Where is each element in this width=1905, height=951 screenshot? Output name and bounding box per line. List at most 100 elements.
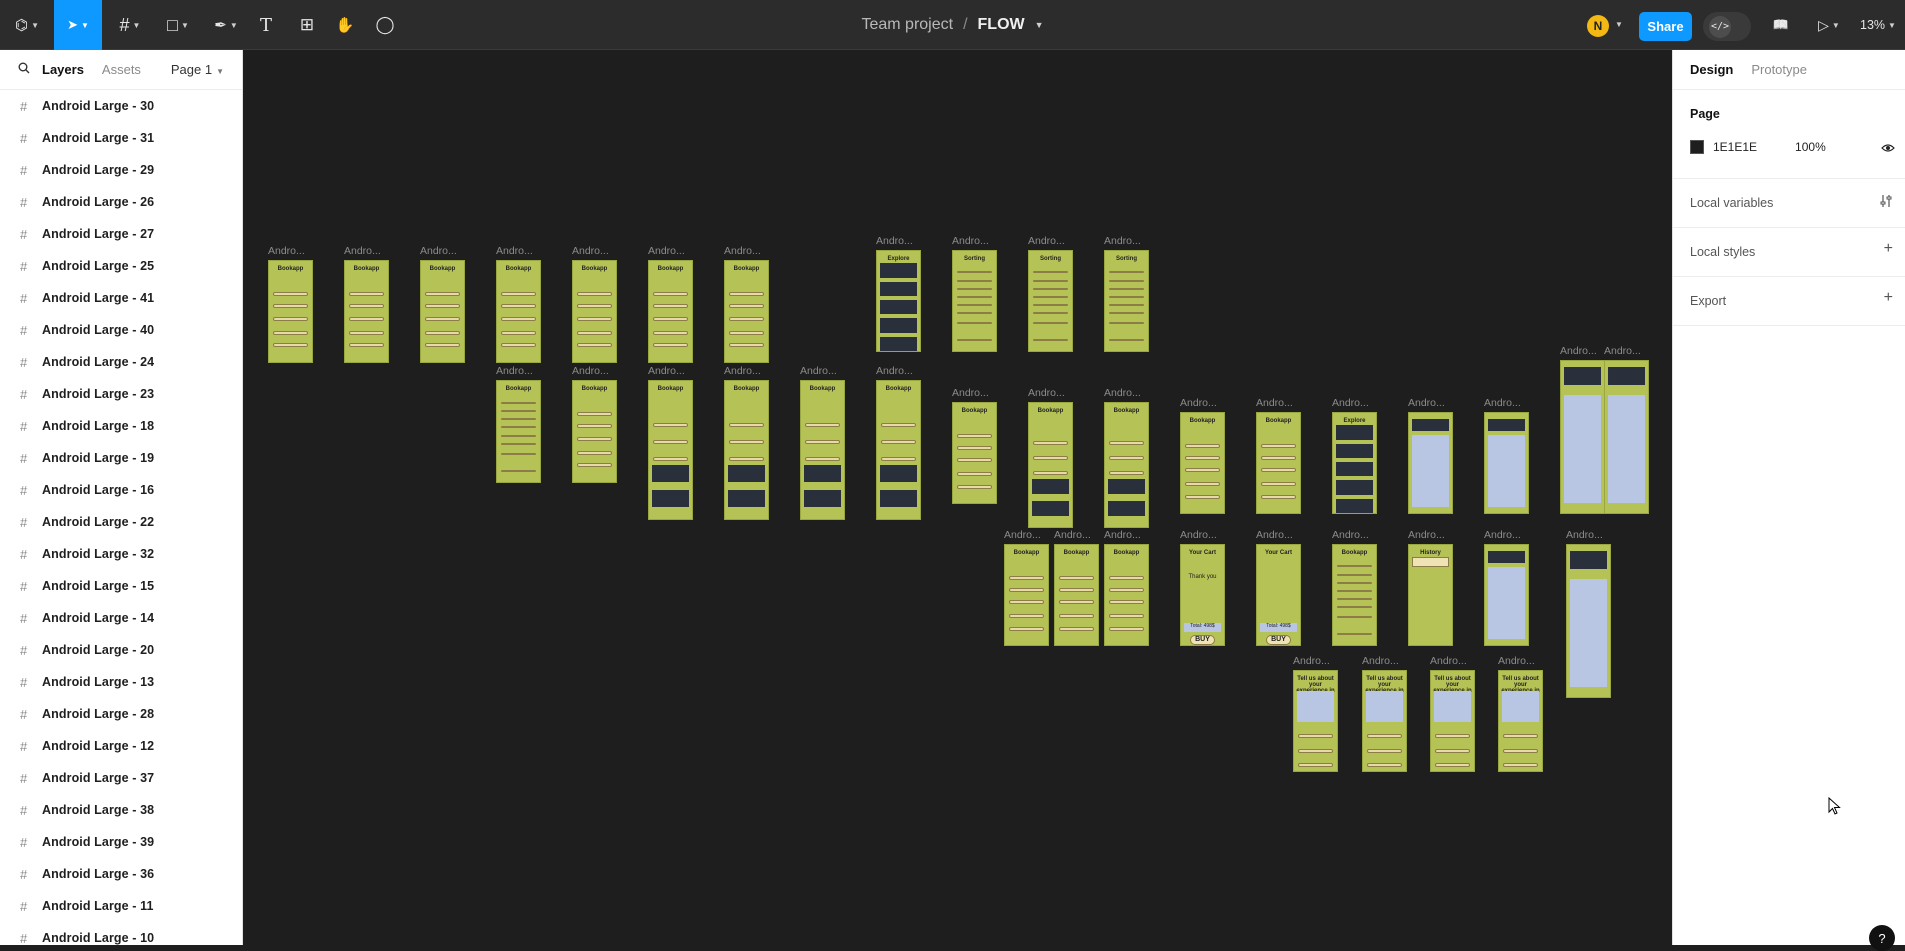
zoom-menu[interactable]: 13% ▼ (1856, 0, 1900, 50)
android-frame-thumbnail[interactable]: Explore (1332, 412, 1377, 514)
android-frame-thumbnail[interactable]: Bookapp (420, 260, 465, 363)
layer-item[interactable]: # Android Large - 15 (0, 570, 242, 602)
android-frame-thumbnail[interactable]: Tell us about your experience in (1362, 670, 1407, 772)
android-frame-thumbnail[interactable]: Sorting (1028, 250, 1073, 352)
layer-item[interactable]: # Android Large - 11 (0, 890, 242, 922)
page-selector[interactable]: Page 1 ▼ (171, 62, 224, 77)
frame-label[interactable]: Andro... (724, 245, 761, 257)
page-color-value[interactable]: 1E1E1E (1713, 140, 1757, 154)
android-frame-thumbnail[interactable]: Bookapp (648, 260, 693, 363)
add-export-plus-icon[interactable]: + (1884, 289, 1893, 307)
move-tool-button[interactable]: ➤ ▼ (54, 0, 102, 50)
frame-label[interactable]: Andro... (344, 245, 381, 257)
android-frame-thumbnail[interactable] (1566, 544, 1611, 698)
layer-item[interactable]: # Android Large - 14 (0, 602, 242, 634)
layer-item[interactable]: # Android Large - 24 (0, 346, 242, 378)
android-frame-thumbnail[interactable]: Bookapp (496, 260, 541, 363)
android-frame-thumbnail[interactable] (1484, 412, 1529, 514)
android-frame-thumbnail[interactable]: Bookapp (1104, 402, 1149, 528)
avatar[interactable]: N (1587, 15, 1609, 37)
hand-tool-button[interactable]: ✋ (332, 0, 358, 50)
frame-label[interactable]: Andro... (876, 235, 913, 247)
page-color-row[interactable]: 1E1E1E 100% (1690, 140, 1826, 154)
android-frame-thumbnail[interactable]: Bookapp (496, 380, 541, 483)
present-button[interactable]: ▷ ▼ (1812, 0, 1846, 50)
frame-label[interactable]: Andro... (1408, 529, 1445, 541)
frame-label[interactable]: Andro... (1484, 529, 1521, 541)
layer-item[interactable]: # Android Large - 10 (0, 922, 242, 946)
main-menu-button[interactable]: ⌬ ▼ (8, 0, 46, 50)
frame-label[interactable]: Andro... (420, 245, 457, 257)
layer-item[interactable]: # Android Large - 19 (0, 442, 242, 474)
search-icon[interactable] (18, 62, 30, 77)
frame-label[interactable]: Andro... (648, 365, 685, 377)
layer-item[interactable]: # Android Large - 13 (0, 666, 242, 698)
layer-item[interactable]: # Android Large - 38 (0, 794, 242, 826)
frame-label[interactable]: Andro... (1104, 235, 1141, 247)
android-frame-thumbnail[interactable]: Bookapp (1028, 402, 1073, 528)
android-frame-thumbnail[interactable]: Your Cart Total: 498$ BUY (1256, 544, 1301, 646)
comment-tool-button[interactable]: ◯ (372, 0, 398, 50)
android-frame-thumbnail[interactable] (1604, 360, 1649, 514)
android-frame-thumbnail[interactable]: Bookapp (876, 380, 921, 520)
android-frame-thumbnail[interactable]: Bookapp (952, 402, 997, 504)
android-frame-thumbnail[interactable] (1560, 360, 1605, 514)
frame-label[interactable]: Andro... (1566, 529, 1603, 541)
layer-item[interactable]: # Android Large - 37 (0, 762, 242, 794)
frame-label[interactable]: Andro... (1256, 397, 1293, 409)
help-button[interactable]: ? (1869, 925, 1895, 951)
team-name[interactable]: Team project (861, 16, 953, 34)
layer-item[interactable]: # Android Large - 16 (0, 474, 242, 506)
layer-item[interactable]: # Android Large - 25 (0, 250, 242, 282)
share-button[interactable]: Share (1639, 12, 1692, 41)
tab-prototype[interactable]: Prototype (1751, 62, 1807, 77)
local-styles-section[interactable]: Local styles + (1673, 228, 1905, 277)
frame-label[interactable]: Andro... (1104, 387, 1141, 399)
android-frame-thumbnail[interactable]: Bookapp (648, 380, 693, 520)
android-frame-thumbnail[interactable]: Bookapp (724, 380, 769, 520)
text-tool-button[interactable]: T (254, 0, 278, 50)
layer-item[interactable]: # Android Large - 31 (0, 122, 242, 154)
layer-item[interactable]: # Android Large - 41 (0, 282, 242, 314)
layer-item[interactable]: # Android Large - 23 (0, 378, 242, 410)
eye-icon[interactable] (1881, 140, 1895, 158)
layer-item[interactable]: # Android Large - 12 (0, 730, 242, 762)
android-frame-thumbnail[interactable]: Bookapp (1004, 544, 1049, 646)
android-frame-thumbnail[interactable]: Tell us about your experience in (1293, 670, 1338, 772)
pen-tool-button[interactable]: ✒ ▼ (206, 0, 246, 50)
android-frame-thumbnail[interactable]: Bookapp (724, 260, 769, 363)
frame-label[interactable]: Andro... (952, 235, 989, 247)
layer-item[interactable]: # Android Large - 20 (0, 634, 242, 666)
android-frame-thumbnail[interactable]: Tell us about your experience in (1498, 670, 1543, 772)
frame-label[interactable]: Andro... (1256, 529, 1293, 541)
frame-label[interactable]: Andro... (268, 245, 305, 257)
android-frame-thumbnail[interactable]: Bookapp (1256, 412, 1301, 514)
layer-item[interactable]: # Android Large - 22 (0, 506, 242, 538)
layer-item[interactable]: # Android Large - 30 (0, 90, 242, 122)
frame-label[interactable]: Andro... (800, 365, 837, 377)
android-frame-thumbnail[interactable]: Explore (876, 250, 921, 352)
frame-label[interactable]: Andro... (1604, 345, 1641, 357)
frame-label[interactable]: Andro... (572, 245, 609, 257)
dev-mode-toggle[interactable]: </> (1703, 12, 1751, 41)
android-frame-thumbnail[interactable]: Bookapp (572, 380, 617, 483)
frame-label[interactable]: Andro... (572, 365, 609, 377)
tab-layers[interactable]: Layers (42, 62, 84, 77)
page-opacity-value[interactable]: 100% (1795, 140, 1826, 154)
page-color-swatch[interactable] (1690, 140, 1704, 154)
layer-item[interactable]: # Android Large - 27 (0, 218, 242, 250)
layer-item[interactable]: # Android Large - 18 (0, 410, 242, 442)
frame-tool-button[interactable]: # ▼ (110, 0, 150, 50)
layer-item[interactable]: # Android Large - 26 (0, 186, 242, 218)
frame-label[interactable]: Andro... (724, 365, 761, 377)
android-frame-thumbnail[interactable]: Bookapp (1104, 544, 1149, 646)
frame-label[interactable]: Andro... (1408, 397, 1445, 409)
frame-label[interactable]: Andro... (1560, 345, 1597, 357)
android-frame-thumbnail[interactable] (1484, 544, 1529, 646)
layer-item[interactable]: # Android Large - 29 (0, 154, 242, 186)
android-frame-thumbnail[interactable]: Bookapp (800, 380, 845, 520)
frame-label[interactable]: Andro... (1332, 397, 1369, 409)
layer-item[interactable]: # Android Large - 32 (0, 538, 242, 570)
canvas[interactable]: Andro... Bookapp Andro... Bookapp Andro... Bo… (243, 50, 1672, 945)
frame-label[interactable]: Andro... (1028, 235, 1065, 247)
